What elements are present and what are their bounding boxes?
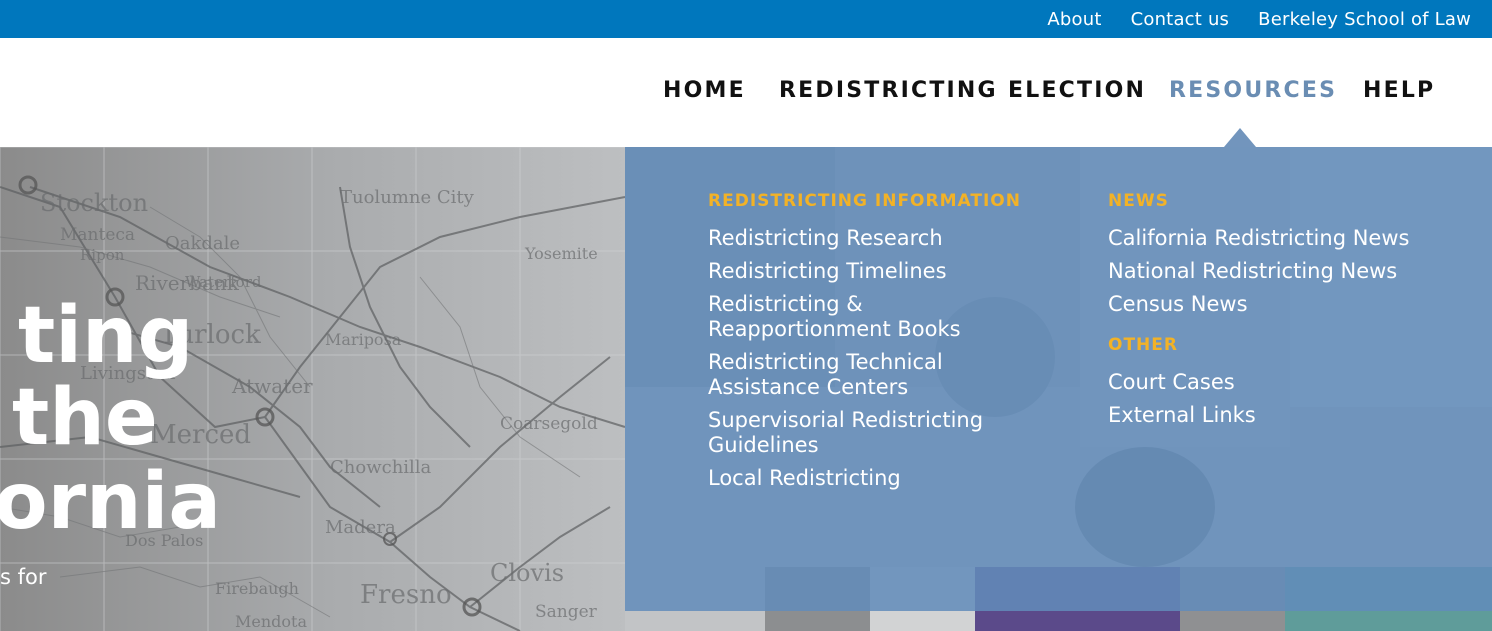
top-utility-bar: About Contact us Berkeley School of Law: [0, 0, 1492, 38]
map-label: Mariposa: [325, 330, 402, 349]
contact-us-link[interactable]: Contact us: [1131, 9, 1230, 30]
menu-item: National Redistricting News: [1108, 259, 1478, 284]
nav-election[interactable]: ELECTION: [1008, 78, 1146, 103]
redistricting-information-column: REDISTRICTING INFORMATION Redistricting …: [708, 191, 1038, 499]
census-news-link[interactable]: Census News: [1108, 292, 1478, 317]
map-label: Waterford: [185, 273, 262, 291]
hero-title-line-1: ting: [18, 291, 194, 381]
map-label: Oakdale: [165, 233, 240, 254]
national-redistricting-news-link[interactable]: National Redistricting News: [1108, 259, 1478, 284]
news-other-column: NEWS California Redistricting News Natio…: [1108, 191, 1478, 436]
supervisorial-guidelines-link[interactable]: Supervisorial Redistricting Guidelines: [708, 408, 1038, 458]
map-label: Firebaugh: [215, 579, 299, 598]
redistricting-information-links: Redistricting Research Redistricting Tim…: [708, 226, 1038, 491]
map-label: Merced: [150, 420, 251, 450]
technical-assistance-centers-link[interactable]: Redistricting Technical Assistance Cente…: [708, 350, 1038, 400]
news-links: California Redistricting News National R…: [1108, 226, 1478, 317]
hero-title-line-3: ornia: [0, 457, 221, 547]
berkeley-school-of-law-link[interactable]: Berkeley School of Law: [1258, 9, 1471, 30]
reapportionment-books-link[interactable]: Redistricting & Reapportionment Books: [708, 292, 1038, 342]
nav-redistricting[interactable]: REDISTRICTING: [779, 78, 998, 103]
external-links-link[interactable]: External Links: [1108, 403, 1478, 428]
top-links: About Contact us Berkeley School of Law: [1047, 0, 1471, 38]
map-label: Fresno: [360, 580, 452, 610]
map-label: Chowchilla: [330, 457, 432, 478]
about-link[interactable]: About: [1047, 9, 1101, 30]
map-label: Sanger: [535, 602, 598, 622]
map-label: Ripon: [80, 246, 125, 264]
menu-item: Local Redistricting: [708, 466, 1038, 491]
map-label: Mendota: [235, 612, 307, 631]
map-label: Coarsegold: [500, 414, 598, 434]
menu-item: Redistricting Research: [708, 226, 1038, 251]
hero-title-line-2: the: [12, 373, 158, 463]
menu-item: Supervisorial Redistricting Guidelines: [708, 408, 1038, 458]
map-label: Yosemite: [524, 244, 598, 263]
map-label: Clovis: [490, 559, 564, 587]
menu-item: Census News: [1108, 292, 1478, 317]
resources-dropdown-menu: REDISTRICTING INFORMATION Redistricting …: [625, 147, 1492, 611]
menu-item: Redistricting & Reapportionment Books: [708, 292, 1038, 342]
menu-item: External Links: [1108, 403, 1478, 428]
other-heading: OTHER: [1108, 335, 1178, 355]
menu-item: Court Cases: [1108, 370, 1478, 395]
hero-subtitle: s for: [0, 565, 47, 589]
california-redistricting-news-link[interactable]: California Redistricting News: [1108, 226, 1478, 251]
court-cases-link[interactable]: Court Cases: [1108, 370, 1478, 395]
map-label: Tuolumne City: [340, 187, 475, 208]
local-redistricting-link[interactable]: Local Redistricting: [708, 466, 1038, 491]
map-label: Stockton: [40, 189, 148, 217]
dropdown-caret-icon: [1224, 128, 1256, 147]
redistricting-research-link[interactable]: Redistricting Research: [708, 226, 1038, 251]
map-label: Manteca: [60, 225, 135, 245]
map-label: Madera: [325, 517, 396, 538]
nav-resources[interactable]: RESOURCES: [1169, 78, 1337, 103]
news-heading: NEWS: [1108, 191, 1169, 211]
menu-item: Redistricting Technical Assistance Cente…: [708, 350, 1038, 400]
redistricting-information-heading: REDISTRICTING INFORMATION: [708, 191, 1021, 211]
nav-help[interactable]: HELP: [1363, 78, 1435, 103]
menu-item: California Redistricting News: [1108, 226, 1478, 251]
menu-item: Redistricting Timelines: [708, 259, 1038, 284]
redistricting-timelines-link[interactable]: Redistricting Timelines: [708, 259, 1038, 284]
map-label: Atwater: [231, 374, 313, 398]
main-navigation: HOME REDISTRICTING ELECTION RESOURCES HE…: [0, 38, 1492, 147]
nav-home[interactable]: HOME: [663, 78, 746, 103]
other-links: Court Cases External Links: [1108, 370, 1478, 428]
